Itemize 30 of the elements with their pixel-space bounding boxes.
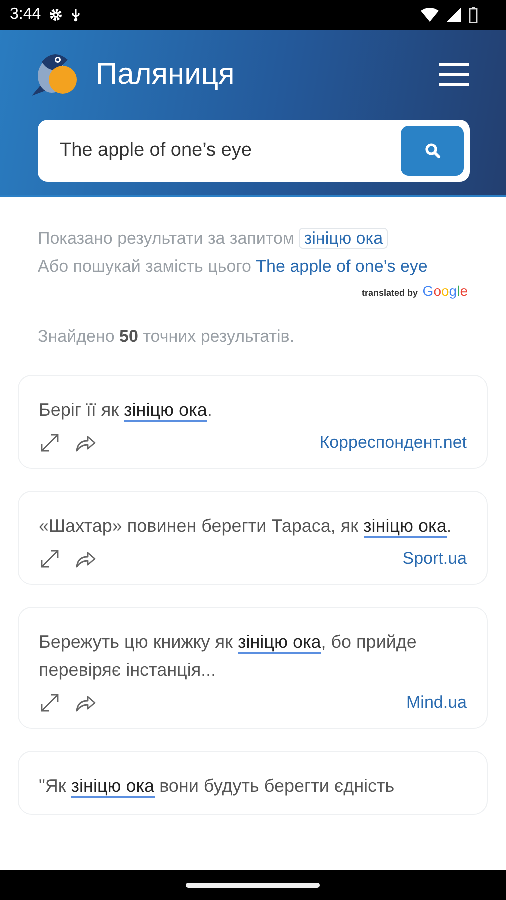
battery-icon: [469, 7, 478, 23]
results-count: Знайдено 50 точних результатів.: [38, 327, 296, 347]
shown-results-label: Показано результати за запитом: [38, 229, 295, 248]
source-link[interactable]: Mind.ua: [406, 693, 467, 713]
alternative-search-text: Або пошукай замість цього The apple of one’s eye: [38, 256, 429, 278]
expand-icon[interactable]: [39, 692, 61, 714]
wifi-icon: [421, 8, 439, 22]
example-sentence: Беріг її як зініцю ока.: [39, 399, 214, 424]
source-link[interactable]: Sport.ua: [402, 549, 467, 569]
home-gesture-bar[interactable]: [186, 882, 320, 888]
status-time: 3:44: [10, 6, 42, 24]
expand-icon[interactable]: [39, 548, 61, 570]
example-sentence: "Як зініцю ока вони будуть берегти єдність: [39, 775, 396, 800]
menu-icon[interactable]: [438, 63, 470, 87]
search-icon: [424, 142, 442, 160]
google-logo: Google: [422, 283, 468, 299]
signal-icon: [447, 8, 461, 22]
alternative-query-link[interactable]: The apple of one’s eye: [256, 257, 428, 276]
search-field[interactable]: The apple of one’s eye: [38, 120, 470, 182]
translated-by-label: translated by: [362, 288, 418, 298]
query-tag[interactable]: зініцю ока: [299, 228, 388, 249]
search-input[interactable]: The apple of one’s eye: [58, 139, 401, 163]
gear-icon: [49, 8, 64, 22]
app-title: Паляниця: [96, 58, 235, 92]
example-sentence: Бережуть цю книжку як зініцю ока, бо прийде перевіряє інстанція...: [39, 631, 418, 682]
example-sentence: «Шахтар» повинен берегти Тараса, як зініцю ока.: [39, 515, 453, 540]
search-button[interactable]: [401, 126, 464, 176]
usb-icon: [71, 8, 82, 22]
expand-icon[interactable]: [39, 432, 61, 454]
source-link[interactable]: Корреспондент.net: [320, 433, 467, 453]
